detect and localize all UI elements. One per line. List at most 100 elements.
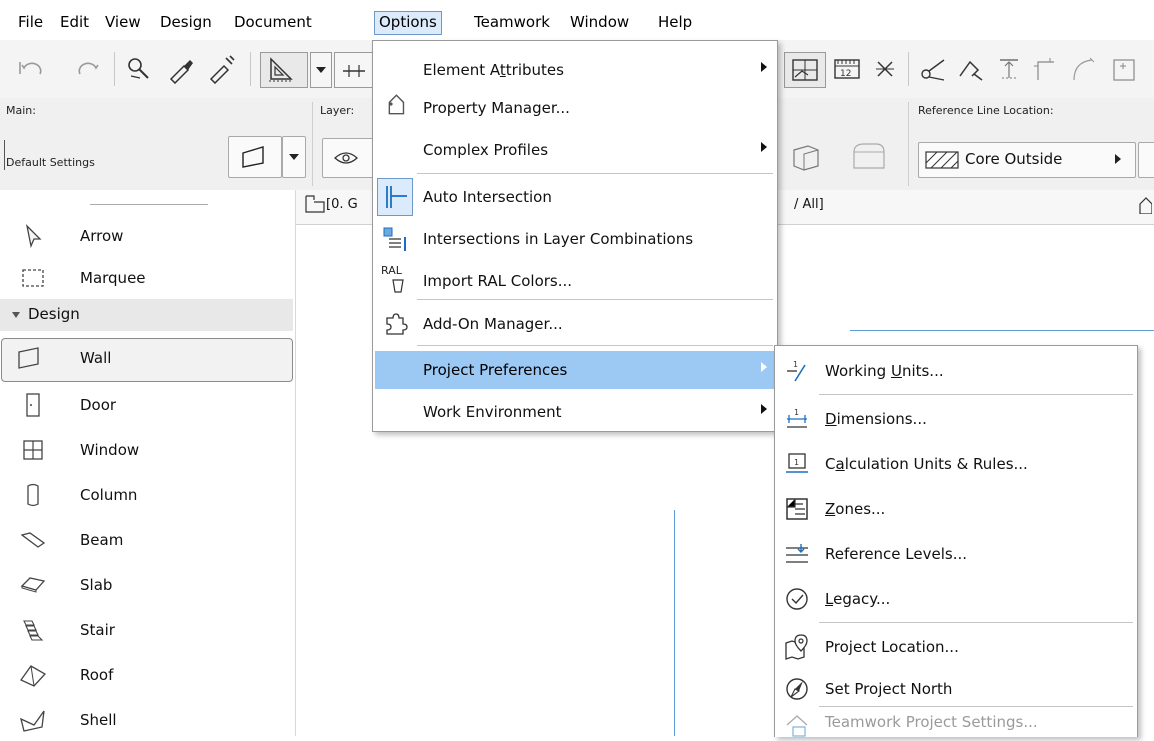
tool-label: Roof (80, 666, 114, 684)
door-icon (26, 393, 40, 417)
adjust-icon[interactable] (956, 54, 986, 84)
menu-separator (417, 299, 773, 300)
tool-marquee[interactable]: Marquee (0, 257, 295, 299)
menu-view[interactable]: View (101, 11, 145, 33)
menu-item-project-preferences[interactable]: Project Preferences (375, 351, 775, 389)
cursor-snap-icon[interactable] (870, 54, 900, 84)
zones-icon (786, 498, 808, 520)
inject-parameters-icon[interactable] (206, 54, 236, 84)
bucket-icon (392, 279, 404, 293)
dimension-button[interactable] (334, 52, 376, 88)
roof-icon (20, 665, 46, 687)
reference-line-label: Reference Line Location: (918, 104, 1054, 117)
menu-document[interactable]: Document (230, 11, 316, 33)
menu-edit[interactable]: Edit (56, 11, 93, 33)
menu-item-complex-profiles[interactable]: Complex Profiles (375, 131, 775, 169)
menu-item-element-attributes[interactable]: Element Attributes (375, 51, 775, 89)
svg-text:12: 12 (840, 69, 851, 79)
home-icon[interactable] (1138, 196, 1152, 214)
default-settings-label: Default Settings (6, 156, 95, 169)
wall-geometry-button[interactable] (228, 136, 282, 178)
menu-item-set-project-north[interactable]: Set Project North (777, 670, 1135, 708)
menu-help[interactable]: Help (654, 11, 696, 33)
menu-options[interactable]: Options (374, 11, 442, 35)
menu-item-reference-levels[interactable]: Reference Levels... (777, 535, 1135, 573)
menu-item-label: Legacy... (825, 590, 891, 608)
tool-beam[interactable]: Beam (0, 519, 295, 561)
column-icon (27, 483, 39, 507)
menu-item-work-environment[interactable]: Work Environment (375, 393, 775, 431)
tool-label: Marquee (80, 269, 146, 287)
menu-item-label: Import RAL Colors... (423, 272, 573, 290)
menu-item-auto-intersection[interactable]: Auto Intersection (375, 178, 775, 216)
snap-guide-dropdown[interactable] (310, 52, 332, 88)
menu-item-label: Calculation Units & Rules... (825, 455, 1028, 473)
marquee-icon (22, 269, 44, 287)
menu-file[interactable]: File (14, 11, 47, 33)
menu-item-teamwork-project-settings: Teamwork Project Settings... (777, 708, 1135, 737)
pick-up-parameters-icon[interactable] (124, 54, 154, 84)
menu-item-project-location[interactable]: Project Location... (777, 628, 1135, 666)
menu-item-calculation-units[interactable]: 1 Calculation Units & Rules... (777, 445, 1135, 483)
menu-item-add-on-manager[interactable]: Add-On Manager... (375, 305, 775, 343)
menu-item-intersections-layer-combinations[interactable]: Intersections in Layer Combinations (375, 220, 775, 258)
chevron-down-icon (316, 67, 326, 73)
reference-line-selector[interactable]: Core Outside (918, 142, 1136, 178)
menu-item-import-ral-colors[interactable]: RAL Import RAL Colors... (375, 262, 775, 300)
tool-stair[interactable]: Stair (0, 609, 295, 651)
menu-separator (819, 394, 1133, 395)
svg-text:1: 1 (793, 360, 798, 369)
fillet-icon[interactable] (1030, 54, 1060, 84)
design-group-label: Design (28, 305, 80, 323)
menu-separator (819, 622, 1133, 623)
layer-intersection-icon (383, 227, 406, 251)
surface-toggle-button[interactable] (784, 52, 826, 88)
elevate-icon[interactable] (994, 54, 1024, 84)
menu-item-legacy[interactable]: Legacy... (777, 580, 1135, 618)
svg-text:1: 1 (794, 408, 799, 417)
menu-separator (417, 345, 773, 346)
tool-arrow[interactable]: Arrow (0, 215, 295, 257)
tool-column[interactable]: Column (0, 474, 295, 516)
view-tab-right[interactable]: / All] (794, 197, 824, 212)
puzzle-piece-icon (386, 313, 408, 335)
offset-icon[interactable] (1108, 54, 1138, 84)
tool-door[interactable]: Door (0, 384, 295, 426)
tool-window[interactable]: Window (0, 429, 295, 471)
undo-icon[interactable] (14, 54, 44, 84)
menu-item-dimensions[interactable]: 1 Dimensions... (777, 400, 1135, 438)
snap-guide-button[interactable] (260, 52, 308, 88)
tool-slab[interactable]: Slab (0, 564, 295, 606)
measure-icon[interactable]: 12 (832, 54, 862, 84)
menu-item-label: Element Attributes (423, 61, 564, 79)
compass-icon (786, 678, 808, 700)
toolbar-separator (250, 52, 251, 86)
stair-icon (23, 620, 44, 641)
arrow-icon (25, 224, 42, 249)
reference-line-value: Core Outside (965, 150, 1063, 168)
wall-profile-icon[interactable] (846, 138, 890, 174)
chevron-right-icon (761, 142, 767, 152)
menu-window[interactable]: Window (566, 11, 633, 33)
layer-label: Layer: (320, 104, 355, 117)
design-group-header[interactable]: Design (0, 299, 293, 331)
menu-teamwork[interactable]: Teamwork (470, 11, 554, 33)
wall-geometry-dropdown[interactable] (282, 136, 306, 178)
curve-icon[interactable] (1068, 54, 1098, 84)
view-tab-left[interactable]: [0. G (326, 197, 358, 212)
tool-roof[interactable]: Roof (0, 654, 295, 696)
wall-3d-icon[interactable] (788, 138, 824, 174)
eyedropper-icon[interactable] (166, 54, 196, 84)
tool-shell[interactable]: Shell (0, 699, 295, 741)
legacy-clock-icon (786, 588, 808, 610)
redo-icon[interactable] (76, 54, 106, 84)
menu-item-label: Add-On Manager... (423, 315, 563, 333)
menu-item-zones[interactable]: Zones... (777, 490, 1135, 528)
menu-design[interactable]: Design (156, 11, 216, 33)
tool-wall[interactable]: Wall (1, 338, 293, 382)
menu-item-property-manager[interactable]: Property Manager... (375, 89, 775, 127)
menu-item-working-units[interactable]: 1 Working Units... (777, 352, 1135, 390)
layer-selector[interactable] (322, 138, 374, 178)
reference-line-extra-button[interactable] (1138, 142, 1154, 178)
split-icon[interactable] (918, 54, 948, 84)
